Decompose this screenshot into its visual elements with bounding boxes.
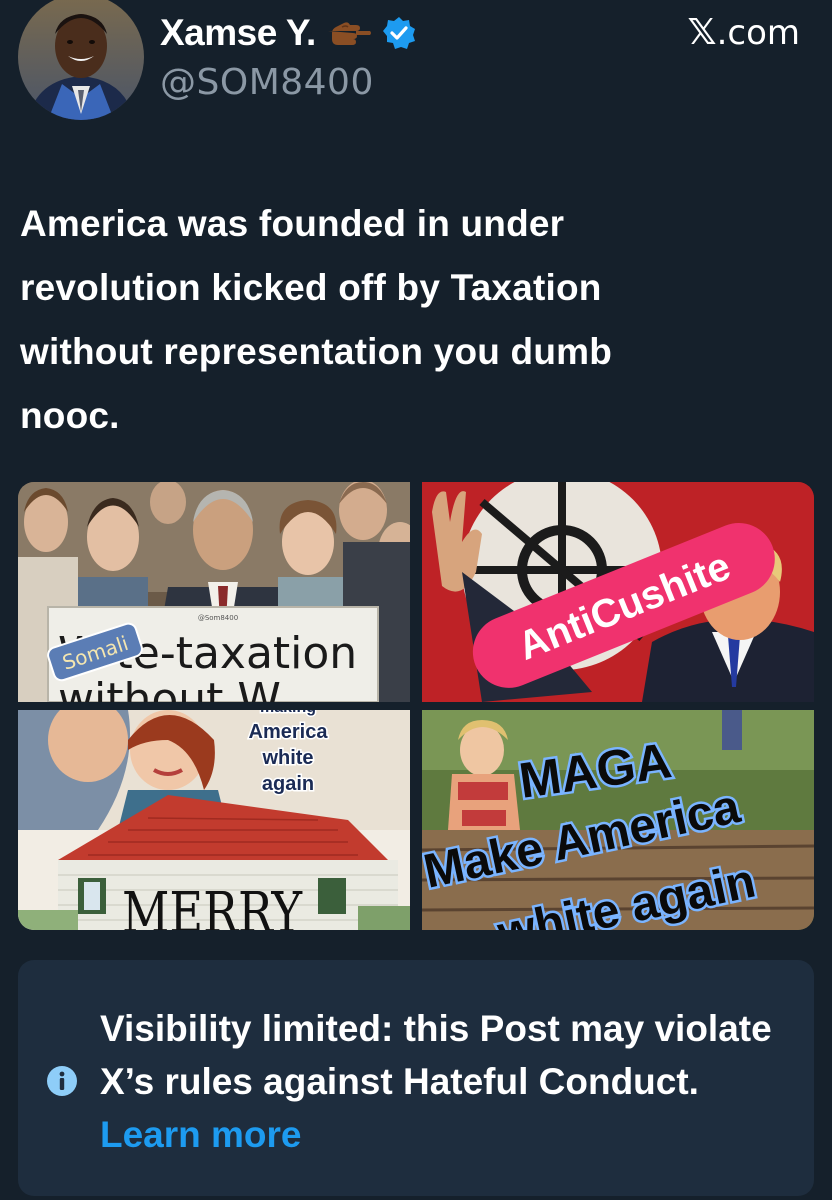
merry-overlay-text: MERRY — [122, 881, 303, 930]
svg-text:white: white — [261, 747, 313, 769]
display-name: Xamse Y. — [160, 12, 316, 53]
flag-illustration: AntiCushite — [422, 482, 814, 702]
site-domain-label: 𝕏.com — [688, 12, 800, 53]
verified-badge-icon — [382, 16, 416, 50]
sign-watermark: @Som8400 — [198, 614, 238, 622]
visibility-limited-notice: Visibility limited: this Post may violat… — [18, 960, 814, 1196]
media-grid: @Som8400 W te-taxation without W Somali — [18, 482, 814, 930]
info-icon — [46, 1065, 78, 1097]
maga-meme-illustration: MAGA Make America white again — [422, 710, 814, 930]
learn-more-link[interactable]: Learn more — [100, 1114, 302, 1155]
svg-text:again: again — [262, 773, 314, 795]
author-handle[interactable]: @SOM8400 — [160, 62, 374, 103]
x-logo-icon: 𝕏 — [687, 12, 717, 53]
site-domain-text: .com — [716, 13, 800, 53]
crowd-illustration: @Som8400 W te-taxation without W Somali — [18, 482, 410, 702]
avatar-image — [18, 0, 144, 120]
notice-message: Visibility limited: this Post may violat… — [100, 1008, 772, 1102]
media-image-2[interactable]: AntiCushite — [422, 482, 814, 702]
svg-text:America: America — [249, 721, 329, 743]
media-image-4[interactable]: MAGA Make America white again — [422, 710, 814, 930]
pointing-hand-emoji-icon — [326, 19, 372, 47]
author-name-row[interactable]: Xamse Y. — [160, 8, 416, 58]
sign-text-bottom: without W — [58, 674, 281, 702]
media-image-3[interactable]: making America white again MERRY — [18, 710, 410, 930]
svg-text:making: making — [260, 710, 316, 716]
avatar[interactable] — [18, 0, 144, 120]
notice-text: Visibility limited: this Post may violat… — [100, 1002, 790, 1161]
vintage-house-illustration: making America white again MERRY — [18, 710, 410, 930]
post-text: America was founded in under revolution … — [20, 203, 613, 436]
media-image-1[interactable]: @Som8400 W te-taxation without W Somali — [18, 482, 410, 702]
